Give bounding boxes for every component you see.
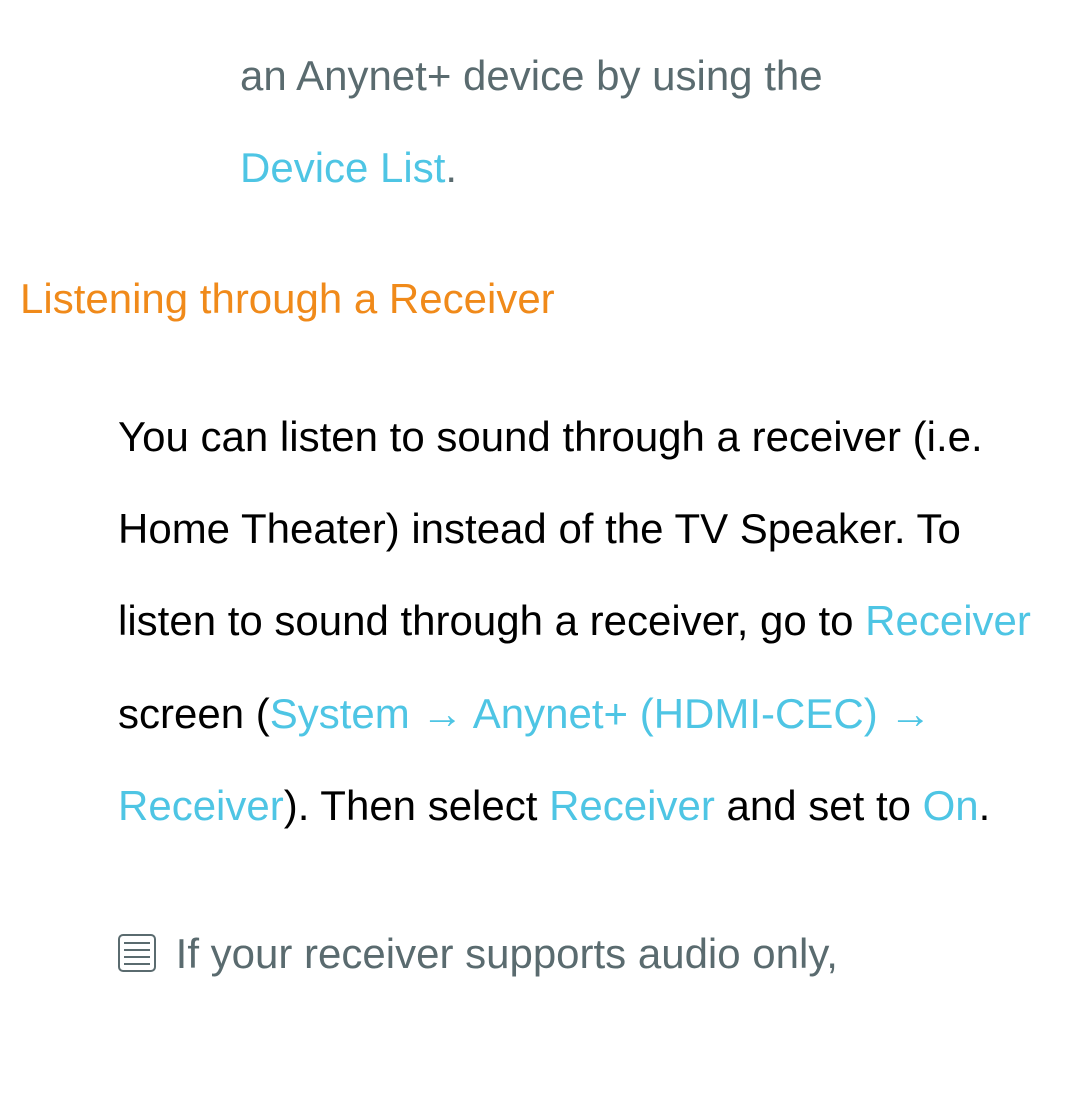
body-seg4: and set to xyxy=(715,782,923,829)
device-list-link: Device List xyxy=(240,144,445,191)
intro-period: . xyxy=(445,144,457,191)
body-seg5: . xyxy=(979,782,991,829)
system-link: System xyxy=(270,690,410,737)
intro-line: an Anynet+ device by using the Device Li… xyxy=(0,30,1080,215)
note-icon xyxy=(118,934,156,972)
arrow-2: → xyxy=(878,690,932,737)
receiver-link-1: Receiver xyxy=(865,597,1031,644)
body-seg2: screen ( xyxy=(118,690,270,737)
intro-text-1: an Anynet+ device by using the xyxy=(240,52,823,99)
on-link: On xyxy=(923,782,979,829)
body-seg3: ). Then select xyxy=(284,782,549,829)
receiver-link-3: Receiver xyxy=(549,782,715,829)
note-line: If your receiver supports audio only, xyxy=(0,908,1080,1000)
receiver-link-2: Receiver xyxy=(118,782,284,829)
anynet-link: Anynet+ (HDMI-CEC) xyxy=(473,690,878,737)
body-seg1: You can listen to sound through a receiv… xyxy=(118,413,983,645)
arrow-1: → xyxy=(410,690,473,737)
note-text: If your receiver supports audio only, xyxy=(164,930,838,977)
body-paragraph: You can listen to sound through a receiv… xyxy=(0,391,1080,853)
section-heading: Listening through a Receiver xyxy=(0,270,1080,329)
